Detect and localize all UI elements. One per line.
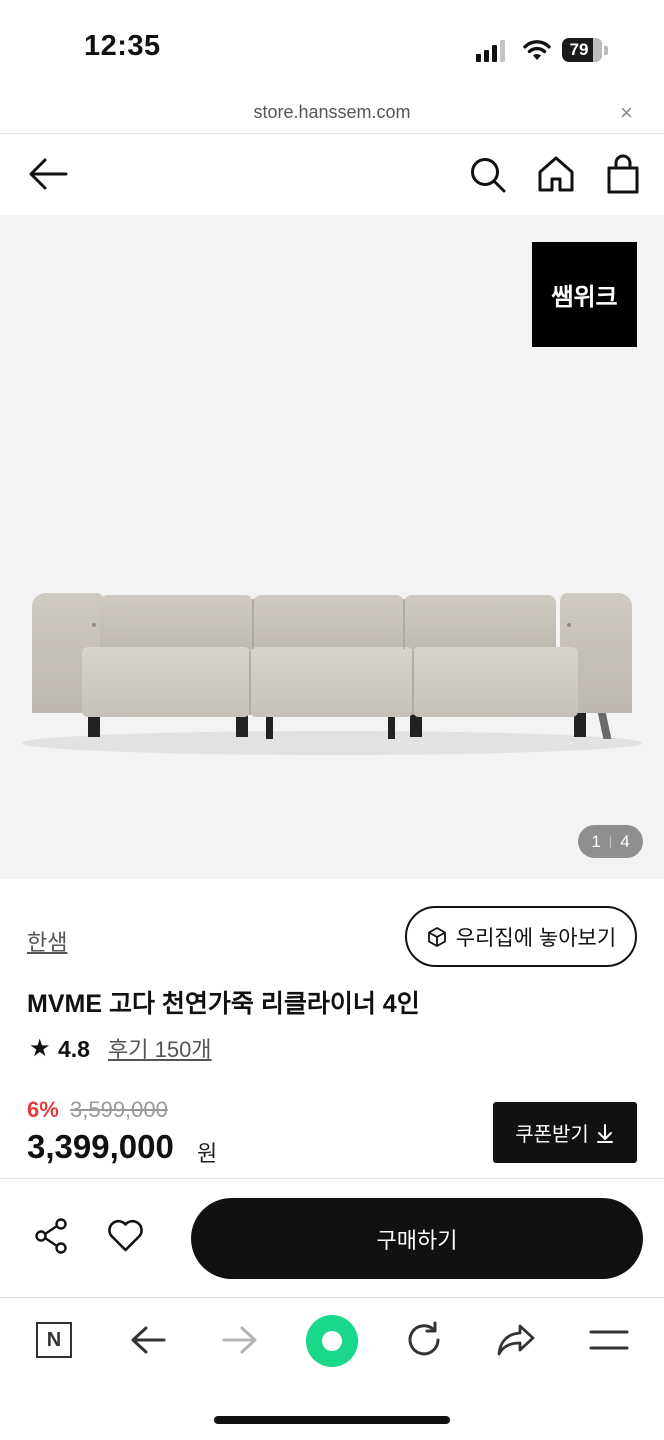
original-price: 3,599,000 <box>70 1097 168 1122</box>
battery-indicator: 79 <box>562 38 608 62</box>
divider <box>0 1297 664 1298</box>
browser-back-icon[interactable] <box>130 1324 166 1356</box>
share-icon[interactable] <box>34 1218 68 1254</box>
coupon-button[interactable]: 쿠폰받기 <box>493 1102 637 1163</box>
image-counter-separator: | <box>608 834 613 849</box>
naver-n-icon: N <box>36 1322 72 1358</box>
share-arrow-icon[interactable] <box>496 1322 536 1358</box>
cart-icon[interactable] <box>606 154 640 194</box>
star-icon: ★ <box>29 1035 51 1062</box>
currency-label: 원 <box>197 1141 218 1166</box>
refresh-icon[interactable] <box>405 1321 443 1359</box>
browser-forward-icon[interactable] <box>222 1324 258 1356</box>
brand-link[interactable]: 한샘 <box>27 925 67 957</box>
signal-icon <box>476 40 505 62</box>
home-indicator <box>214 1416 450 1424</box>
event-badge: 쌤위크 <box>532 242 637 347</box>
status-time: 12:35 <box>84 30 161 62</box>
ar-view-label: 우리집에 놓아보기 <box>455 926 617 950</box>
image-counter: 1 | 4 <box>578 825 643 858</box>
home-icon[interactable] <box>537 155 575 193</box>
search-icon[interactable] <box>469 156 507 194</box>
coupon-label: 쿠폰받기 <box>515 1124 589 1146</box>
buy-button[interactable]: 구매하기 <box>191 1198 643 1279</box>
ar-view-button[interactable]: 우리집에 놓아보기 <box>405 906 637 967</box>
rating-value: 4.8 <box>58 1036 90 1062</box>
image-counter-total: 4 <box>620 831 630 851</box>
menu-icon[interactable] <box>589 1328 629 1352</box>
naver-home-button[interactable]: N <box>32 1318 76 1362</box>
product-title: MVME 고다 천연가죽 리클라이너 4인 <box>27 990 420 1018</box>
sale-price: 3,399,000 <box>27 1128 174 1165</box>
url-display[interactable]: store.hanssem.com <box>0 102 664 123</box>
divider <box>0 133 664 134</box>
heart-icon[interactable] <box>107 1218 144 1254</box>
battery-level: 79 <box>569 40 589 59</box>
reviews-link[interactable]: 후기 150개 <box>108 1032 212 1064</box>
divider <box>0 1178 664 1179</box>
wifi-icon <box>523 40 551 60</box>
close-icon[interactable]: × <box>620 100 633 126</box>
image-counter-current: 1 <box>591 831 601 851</box>
download-icon <box>596 1123 613 1143</box>
cube-icon <box>427 926 446 947</box>
discount-rate: 6% <box>27 1097 59 1122</box>
back-arrow-icon[interactable] <box>28 156 68 192</box>
green-dot-button[interactable] <box>306 1315 358 1367</box>
